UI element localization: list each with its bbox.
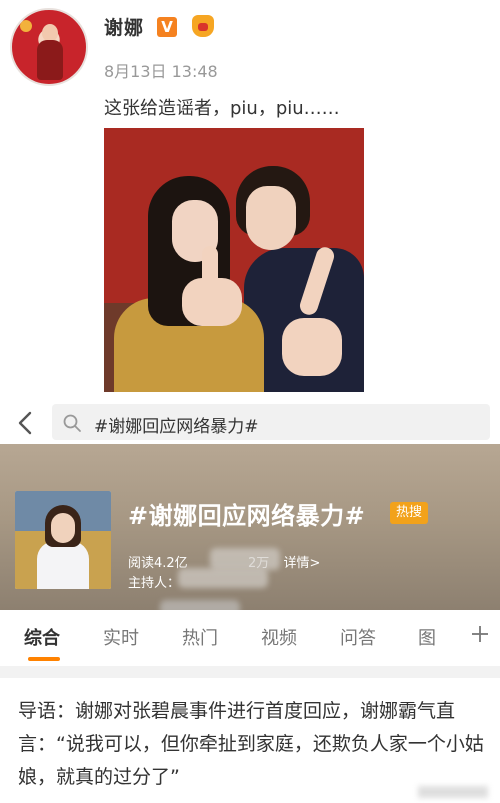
active-tab-indicator (28, 657, 60, 661)
post-username[interactable]: 谢娜 (104, 13, 144, 40)
redaction-blur (210, 548, 280, 570)
topic-host: 主持人： (128, 576, 181, 591)
tab-realtime[interactable]: 实时 (103, 624, 139, 650)
user-avatar[interactable] (10, 8, 88, 86)
avatar-figure (37, 40, 63, 80)
tab-composite[interactable]: 综合 (24, 624, 60, 650)
redaction-blur (418, 786, 488, 798)
topic-title: #谢娜回应网络暴力# (128, 502, 366, 530)
search-icon (63, 414, 81, 432)
member-crown-icon (190, 15, 216, 39)
cover-jacket (37, 541, 89, 589)
weibo-post: 谢娜 V 8月13日 13:48 这张给造谣者，piu，piu…… (0, 0, 500, 402)
cover-face (51, 513, 75, 543)
search-query-text: #谢娜回应网络暴力# (94, 417, 259, 437)
search-bar: #谢娜回应网络暴力# (0, 402, 500, 444)
hot-search-badge: 热搜 (390, 502, 428, 524)
tab-hot[interactable]: 热门 (182, 624, 218, 650)
post-text: 这张给造谣者，piu，piu…… (104, 98, 340, 119)
post-timestamp: 8月13日 13:48 (104, 62, 218, 81)
avatar-decoration (20, 20, 32, 32)
section-divider (0, 666, 500, 678)
post-photo[interactable] (104, 128, 364, 392)
tab-qa[interactable]: 问答 (340, 624, 376, 650)
photo-hand-left (182, 278, 242, 326)
tab-images[interactable]: 图 (418, 624, 436, 650)
topic-reads: 阅读4.2亿 (128, 556, 188, 571)
topic-details-link[interactable]: 详情> (284, 556, 321, 571)
photo-person-right-face (246, 186, 296, 250)
topic-cover-image (15, 491, 111, 589)
tab-video[interactable]: 视频 (261, 624, 297, 650)
crown-dot (198, 23, 208, 31)
back-chevron-icon[interactable] (14, 410, 38, 436)
plus-icon[interactable] (470, 624, 490, 644)
topic-tabs: 综合 实时 热门 视频 问答 图 (0, 610, 500, 666)
verified-icon: V (157, 17, 177, 37)
redaction-blur (178, 568, 268, 588)
photo-hand-right (282, 318, 342, 376)
topic-intro: 导语：谢娜对张碧晨事件进行首度回应，谢娜霸气直言：“说我可以，但你牵扯到家庭，还… (18, 700, 484, 788)
